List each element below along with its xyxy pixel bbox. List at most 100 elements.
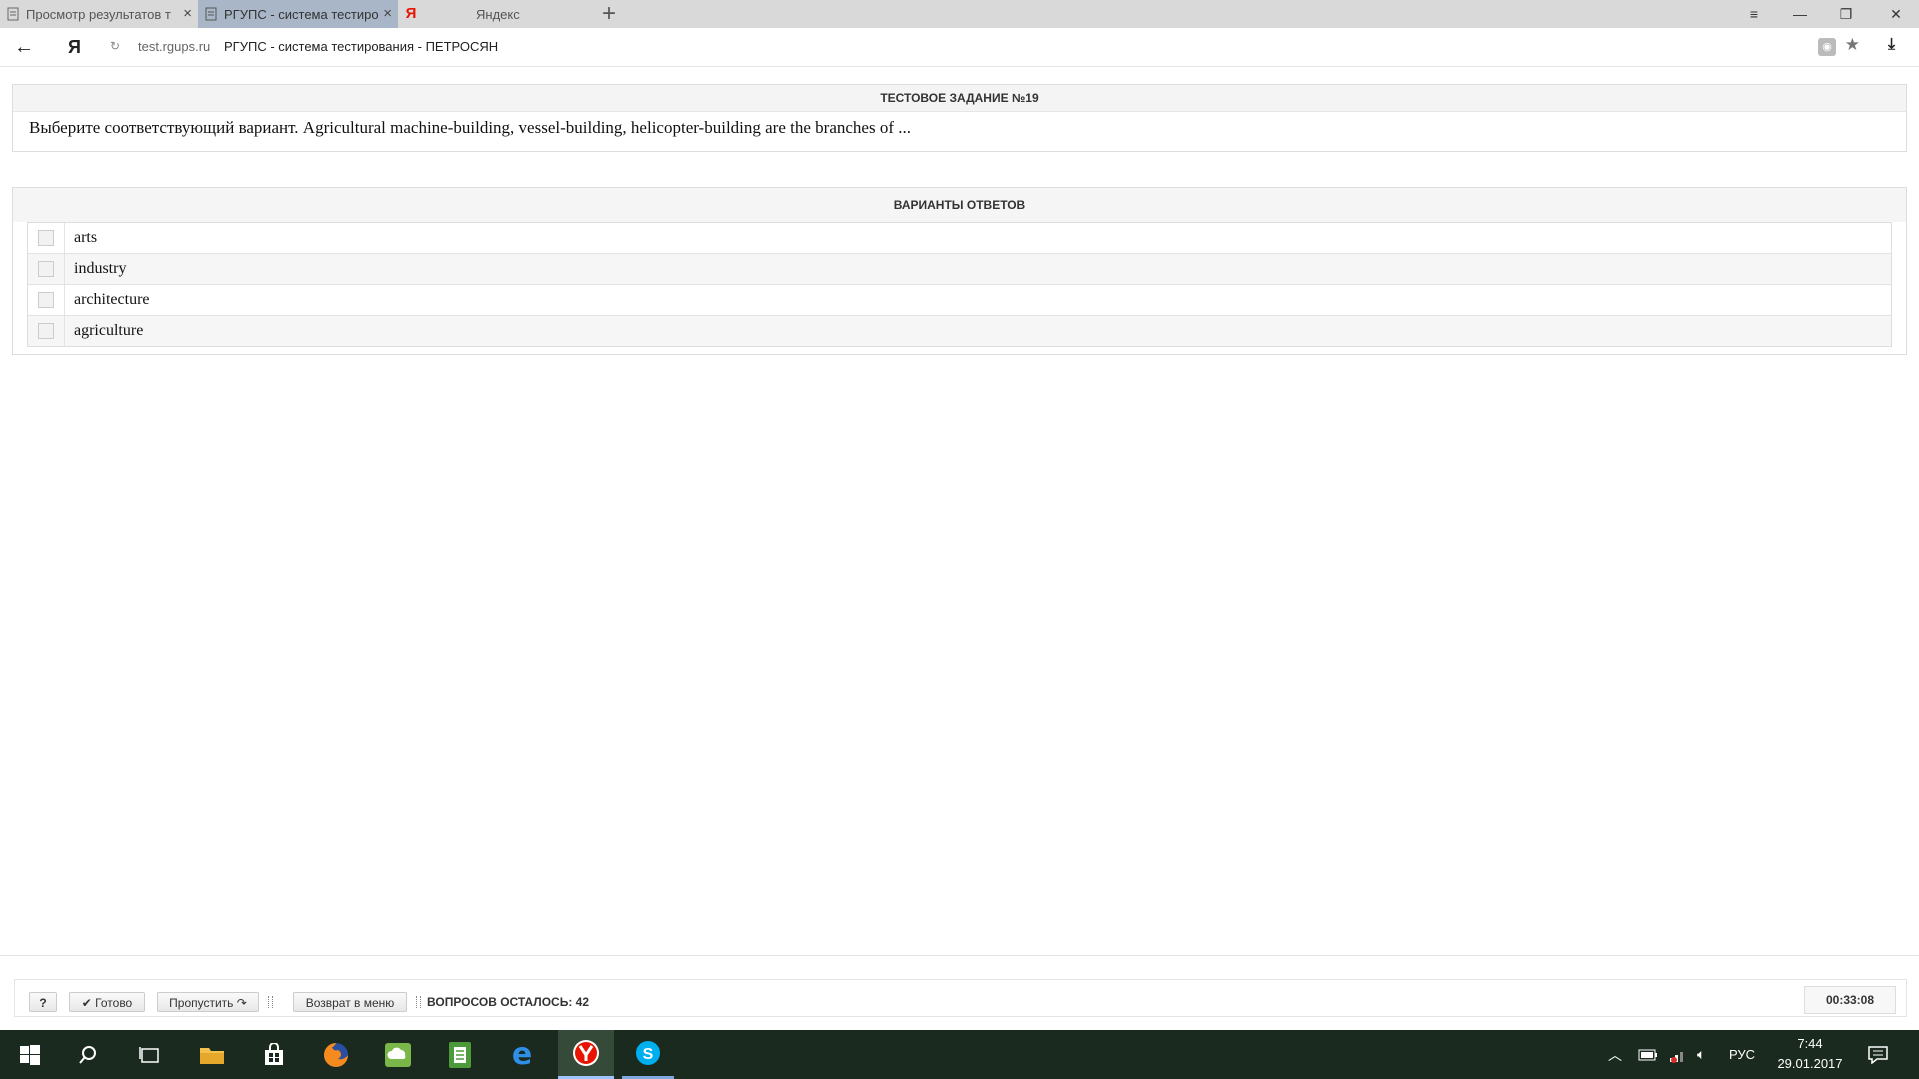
- yandex-icon: Я: [405, 5, 417, 22]
- download-icon[interactable]: ⤓: [1888, 36, 1895, 54]
- tab-title: РГУПС - система тестиро: [224, 6, 379, 22]
- back-arrow-icon[interactable]: ←: [14, 35, 34, 59]
- tab-strip: Просмотр результатов т × РГУПС - система…: [0, 0, 1919, 28]
- check-icon: ✔: [81, 996, 92, 1010]
- yandex-button[interactable]: Я: [68, 35, 81, 59]
- url-field[interactable]: ↻ test.rgups.ru РГУПС - система тестиров…: [104, 34, 1864, 60]
- cloud-app-button[interactable]: [372, 1030, 424, 1079]
- help-button[interactable]: ?: [29, 992, 57, 1012]
- question-text: Выберите соответствующий вариант. Agricu…: [29, 118, 911, 137]
- answer-checkbox[interactable]: [38, 323, 54, 339]
- firefox-button[interactable]: [310, 1030, 362, 1079]
- task-view-button[interactable]: [124, 1030, 176, 1079]
- back-to-menu-button[interactable]: Возврат в меню: [293, 992, 407, 1012]
- reload-icon[interactable]: ↻: [110, 39, 120, 53]
- close-window-icon[interactable]: ✕: [1873, 0, 1919, 28]
- task-view-icon: [139, 1046, 159, 1063]
- action-center-icon[interactable]: [1868, 1030, 1888, 1079]
- show-hidden-icons[interactable]: ︿: [1608, 1030, 1622, 1079]
- close-tab-icon[interactable]: ×: [183, 5, 192, 23]
- answers-list: arts industry architecture agriculture: [27, 222, 1892, 347]
- bookmark-star-icon[interactable]: ★: [1845, 35, 1860, 55]
- wifi-icon[interactable]: [1668, 1030, 1688, 1079]
- share-arrow-icon: ↷: [236, 996, 247, 1010]
- taskbar: e S ︿ 🔈︎ РУС 7:44 29.01.2017: [0, 1030, 1919, 1079]
- yandex-browser-icon: [573, 1040, 599, 1066]
- tab-title: Просмотр результатов т: [26, 6, 171, 22]
- search-button[interactable]: [62, 1030, 114, 1079]
- edge-icon: e: [511, 1037, 533, 1072]
- start-button[interactable]: [4, 1030, 56, 1079]
- menu-label: Возврат в меню: [305, 996, 395, 1010]
- tab-rgups[interactable]: РГУПС - система тестиро ×: [198, 0, 398, 28]
- firefox-icon: [324, 1042, 348, 1067]
- questions-remaining: ВОПРОСОВ ОСТАЛОСЬ: 42: [427, 995, 590, 1009]
- timer: 00:33:08: [1804, 986, 1896, 1014]
- answer-checkbox[interactable]: [38, 261, 54, 277]
- tab-yandex[interactable]: Я Яндекс: [398, 0, 598, 28]
- divider: [0, 955, 1919, 956]
- separator: [416, 996, 421, 1008]
- edge-button[interactable]: e: [496, 1030, 548, 1079]
- store-button[interactable]: [248, 1030, 300, 1079]
- done-label: Готово: [95, 996, 133, 1010]
- answer-checkbox[interactable]: [38, 230, 54, 246]
- svg-text:S: S: [643, 1046, 654, 1063]
- answers-header: ВАРИАНТЫ ОТВЕТОВ: [13, 188, 1906, 222]
- store-icon: [265, 1042, 283, 1065]
- url-domain: test.rgups.ru: [138, 39, 211, 54]
- checkbox-cell: [28, 316, 65, 346]
- question-panel: ТЕСТОВОЕ ЗАДАНИЕ №19 Выберите соответств…: [12, 84, 1907, 152]
- answer-option[interactable]: architecture: [28, 285, 1891, 316]
- language-indicator[interactable]: РУС: [1729, 1030, 1755, 1079]
- address-bar: ← Я ↻ test.rgups.ru РГУПС - система тест…: [0, 28, 1919, 67]
- answer-option[interactable]: agriculture: [28, 316, 1891, 346]
- folder-icon: [200, 1047, 224, 1064]
- separator: [268, 996, 273, 1008]
- clock-time: 7:44: [1797, 1036, 1823, 1051]
- clock[interactable]: 7:44 29.01.2017: [1770, 1034, 1850, 1074]
- help-icon: ?: [39, 996, 47, 1010]
- search-icon: [79, 1045, 96, 1064]
- protect-icon[interactable]: ◉: [1818, 38, 1836, 56]
- answer-option[interactable]: arts: [28, 223, 1891, 254]
- close-tab-icon[interactable]: ×: [383, 5, 392, 23]
- windows-icon: [20, 1044, 40, 1065]
- restore-icon[interactable]: ❐: [1823, 0, 1869, 28]
- clock-date: 29.01.2017: [1777, 1056, 1843, 1071]
- answer-label[interactable]: agriculture: [65, 322, 143, 340]
- tab-title: Яндекс: [476, 6, 520, 22]
- chevron-up-icon: ︿: [1608, 1046, 1622, 1063]
- url-page-title: РГУПС - система тестирования - ПЕТРОСЯН: [224, 39, 499, 54]
- answer-label[interactable]: arts: [65, 229, 97, 247]
- answer-option[interactable]: industry: [28, 254, 1891, 285]
- file-explorer-button[interactable]: [186, 1030, 238, 1079]
- volume-muted-glyph: 🔈︎: [1697, 1046, 1706, 1062]
- answer-checkbox[interactable]: [38, 292, 54, 308]
- browser-menu-icon[interactable]: ≡: [1731, 0, 1777, 28]
- tab-results[interactable]: Просмотр результатов т ×: [0, 0, 198, 28]
- test-toolbar: ? ✔ Готово Пропустить ↷ Возврат в меню В…: [14, 979, 1907, 1017]
- answer-label[interactable]: industry: [65, 260, 126, 278]
- notes-icon: [449, 1041, 471, 1068]
- skip-label: Пропустить: [169, 996, 234, 1010]
- page-icon: [6, 7, 20, 21]
- skip-button[interactable]: Пропустить ↷: [157, 992, 259, 1012]
- minimize-icon[interactable]: —: [1777, 0, 1823, 28]
- volume-icon[interactable]: 🔈︎: [1697, 1030, 1705, 1079]
- skype-button[interactable]: S: [622, 1030, 674, 1079]
- checkbox-cell: [28, 254, 65, 284]
- answers-panel: ВАРИАНТЫ ОТВЕТОВ arts industry architect…: [12, 187, 1907, 355]
- new-tab-icon[interactable]: +: [602, 2, 616, 26]
- notes-app-button[interactable]: [434, 1030, 486, 1079]
- done-button[interactable]: ✔ Готово: [69, 992, 145, 1012]
- skype-icon: S: [636, 1041, 660, 1065]
- checkbox-cell: [28, 285, 65, 315]
- battery-icon[interactable]: [1638, 1030, 1658, 1079]
- page-icon: [204, 7, 218, 21]
- answer-label[interactable]: architecture: [65, 291, 150, 309]
- yandex-browser-button[interactable]: [558, 1030, 614, 1079]
- question-header: ТЕСТОВОЕ ЗАДАНИЕ №19: [13, 85, 1906, 112]
- cloud-icon: [385, 1042, 411, 1067]
- checkbox-cell: [28, 223, 65, 253]
